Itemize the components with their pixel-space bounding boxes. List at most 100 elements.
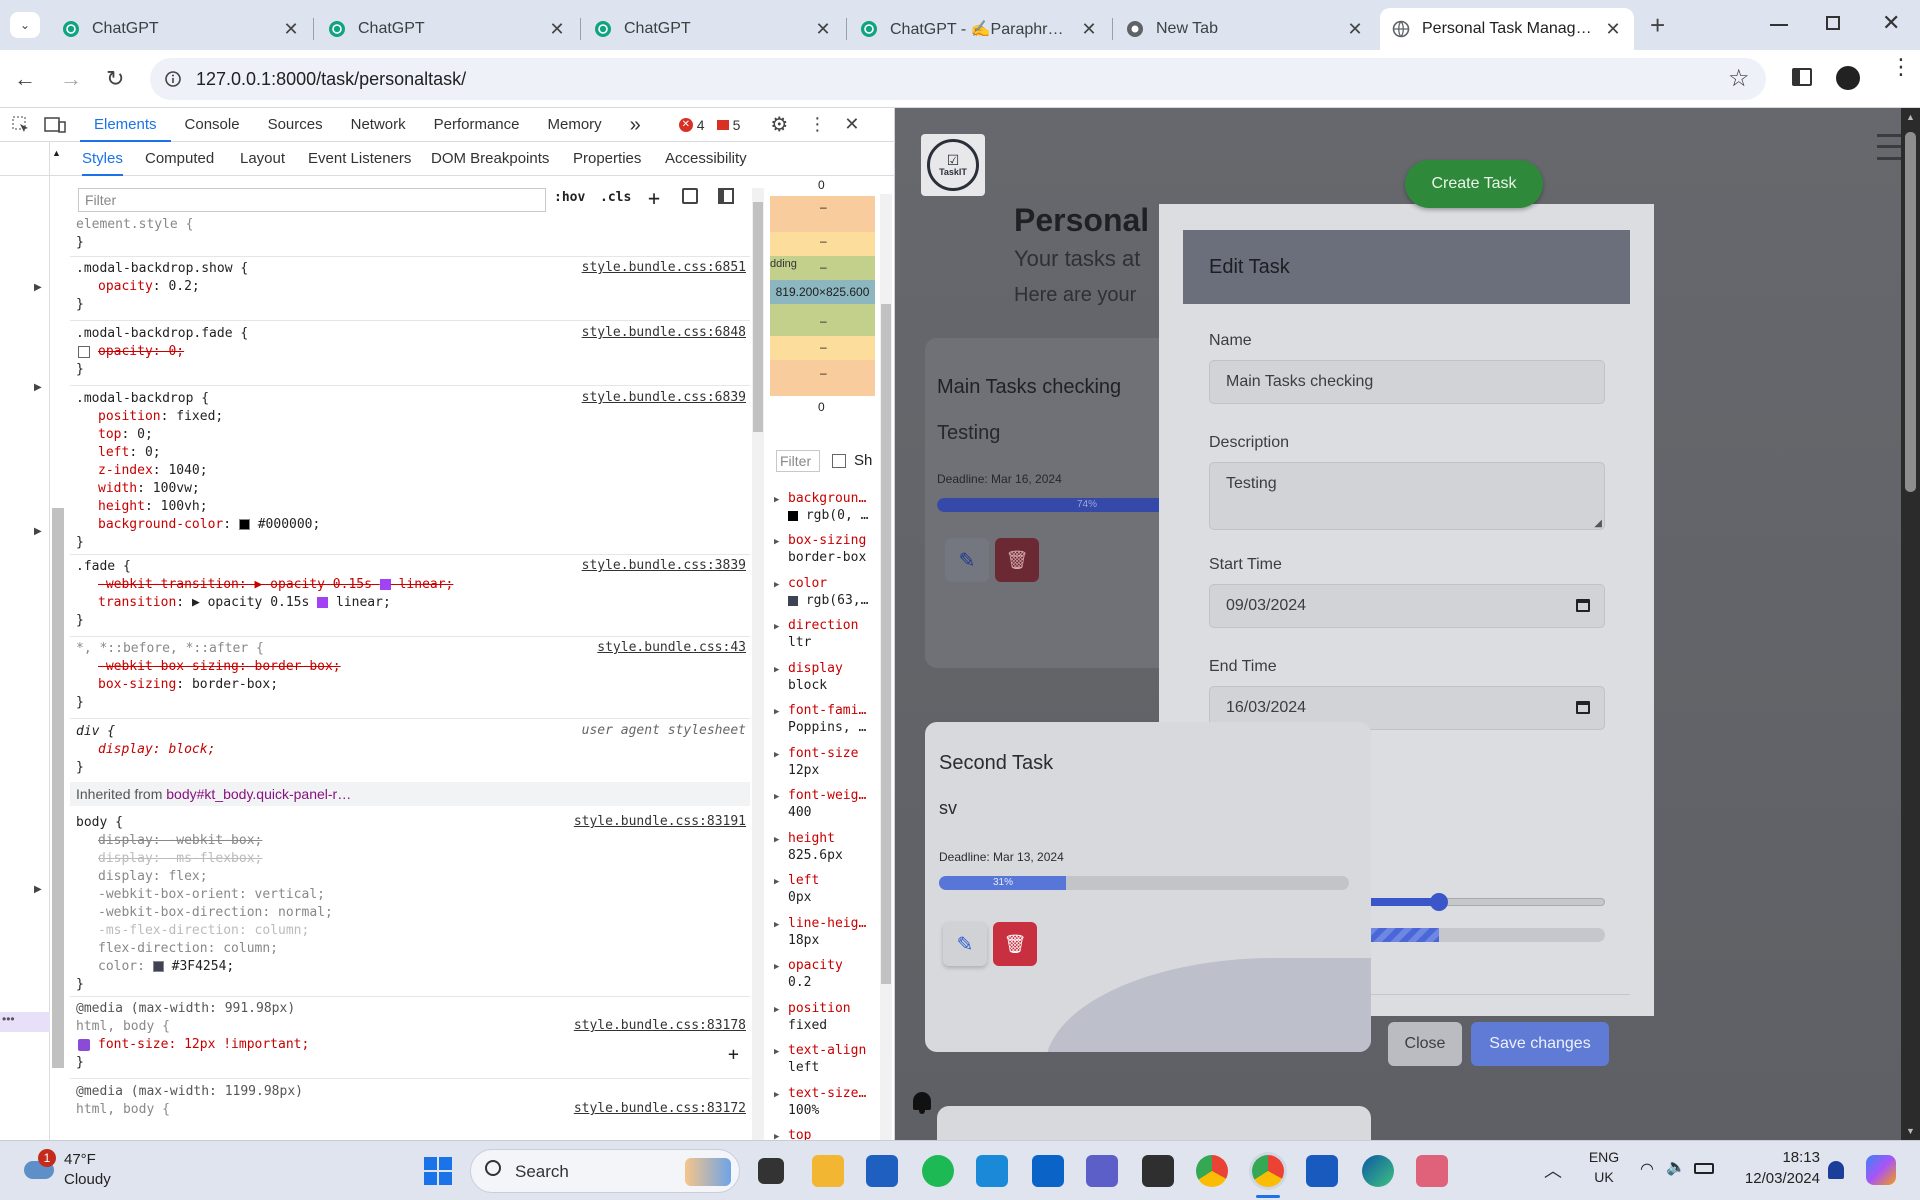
dom-scrollbar[interactable] <box>52 508 64 1068</box>
browser-tab-active[interactable]: Personal Task Managemen ✕ <box>1380 8 1634 50</box>
computed-row[interactable]: ▶ color rgb(63,… <box>774 575 868 609</box>
battery-icon[interactable] <box>1694 1163 1714 1174</box>
expand-arrow-icon[interactable]: ▶ <box>34 282 42 293</box>
computed-row[interactable]: ▶ line-heig… 18px <box>774 915 866 949</box>
styles-filter-input[interactable]: Filter <box>78 188 546 212</box>
error-count[interactable]: ✕ 4 <box>678 117 705 133</box>
easing-swatch[interactable] <box>317 597 329 608</box>
property-checkbox[interactable] <box>78 346 90 358</box>
computed-row[interactable]: ▶ direction ltr <box>774 617 858 651</box>
subtab-accessibility[interactable]: Accessibility <box>665 142 747 176</box>
color-swatch[interactable] <box>238 519 250 530</box>
computed-row[interactable]: ▶ display block <box>774 660 843 694</box>
subtab-dom-breakpoints[interactable]: DOM Breakpoints <box>431 142 549 176</box>
close-devtools-icon[interactable]: ✕ <box>844 114 859 135</box>
source-link[interactable]: style.bundle.css:43 <box>597 640 746 655</box>
close-tab-icon[interactable]: ✕ <box>1080 19 1098 40</box>
computed-row[interactable]: ▶ top <box>774 1127 811 1140</box>
create-task-button[interactable]: Create Task <box>1405 160 1543 208</box>
new-tab-icon[interactable]: + <box>1650 10 1665 41</box>
back-icon[interactable]: ← <box>14 66 40 92</box>
easing-swatch[interactable] <box>379 579 391 590</box>
computed-row[interactable]: ▶ position fixed <box>774 1000 851 1034</box>
close-tab-icon[interactable]: ✕ <box>1346 19 1364 40</box>
tab-network[interactable]: Network <box>337 108 420 142</box>
forward-icon[interactable]: → <box>60 66 86 92</box>
address-bar[interactable]: 127.0.0.1:8000/task/personaltask/ ☆ <box>150 58 1766 100</box>
more-tabs-button[interactable]: » <box>616 108 655 142</box>
edit-task-button[interactable]: ✎ <box>945 538 989 582</box>
bookmark-star-icon[interactable]: ☆ <box>1728 64 1750 93</box>
computed-row[interactable]: ▶ font-weig… 400 <box>774 787 866 821</box>
minimize-icon[interactable] <box>1770 24 1788 26</box>
source-link[interactable]: style.bundle.css:83172 <box>574 1101 746 1116</box>
more-options-icon[interactable]: ⋮ <box>808 114 826 135</box>
edge-icon[interactable] <box>1362 1155 1394 1187</box>
clock[interactable]: 18:13 12/03/2024 <box>1730 1149 1820 1187</box>
page-scrollbar[interactable]: ▲ ▼ <box>1901 108 1920 1140</box>
cls-toggle[interactable]: .cls <box>600 190 631 205</box>
chrome-icon[interactable] <box>1196 1155 1228 1187</box>
tab-memory[interactable]: Memory <box>534 108 616 142</box>
computed-filter[interactable]: Filter <box>776 450 820 472</box>
resize-handle-icon[interactable]: ◢ <box>1594 518 1602 529</box>
computed-row[interactable]: ▶ text-size… 100% <box>774 1085 866 1119</box>
expand-arrow-icon[interactable]: ▶ <box>34 526 42 537</box>
app-logo[interactable]: ☑ TaskIT <box>921 134 985 196</box>
warning-count[interactable]: 5 <box>716 117 740 133</box>
add-property-icon[interactable]: + <box>728 1044 739 1065</box>
delete-task-button[interactable]: 🗑 <box>993 922 1037 966</box>
notification-bell-icon[interactable] <box>1828 1161 1844 1179</box>
inspect-icon[interactable] <box>12 116 30 134</box>
computed-row[interactable]: ▶ height 825.6px <box>774 830 843 864</box>
restore-icon[interactable] <box>1826 16 1840 30</box>
browser-tab[interactable]: New Tab ✕ <box>1114 8 1376 50</box>
browser-tab[interactable]: ChatGPT ✕ <box>50 8 312 50</box>
computed-row[interactable]: ▶ font-fami… Poppins, … <box>774 702 866 736</box>
save-changes-button[interactable]: Save changes <box>1471 1022 1609 1066</box>
new-rule-icon[interactable]: + <box>648 186 660 210</box>
subtab-layout[interactable]: Layout <box>240 142 285 176</box>
computed-row[interactable]: ▶ box-sizing border-box <box>774 532 866 566</box>
settings-gear-icon[interactable]: ⚙ <box>770 112 788 137</box>
vscode-icon[interactable] <box>976 1155 1008 1187</box>
taskbar-search-box[interactable]: Search <box>470 1149 740 1193</box>
device-toggle-icon[interactable] <box>44 116 66 134</box>
subtab-computed[interactable]: Computed <box>145 142 214 176</box>
show-hidden-icons[interactable]: ︿ <box>1544 1157 1562 1183</box>
sticky-notes-icon[interactable] <box>1142 1155 1174 1187</box>
close-tab-icon[interactable]: ✕ <box>282 19 300 40</box>
word-icon[interactable] <box>1306 1155 1338 1187</box>
weather-widget[interactable]: 1 47°F Cloudy <box>20 1149 130 1193</box>
calendar-icon[interactable] <box>1576 599 1590 612</box>
notification-bell-icon[interactable] <box>913 1092 933 1114</box>
browser-tab[interactable]: ChatGPT ✕ <box>582 8 844 50</box>
source-link[interactable]: style.bundle.css:83178 <box>574 1018 746 1033</box>
computed-row[interactable]: ▶ backgroun… rgb(0, … <box>774 490 868 524</box>
copilot-icon[interactable] <box>1866 1155 1896 1185</box>
site-info-icon[interactable] <box>164 70 182 88</box>
outlook-icon[interactable] <box>1032 1155 1064 1187</box>
property-checkbox-checked[interactable] <box>78 1039 90 1051</box>
computed-row[interactable]: ▶ opacity 0.2 <box>774 957 843 991</box>
file-explorer-icon[interactable] <box>812 1155 844 1187</box>
expand-arrow-icon[interactable]: ▶ <box>34 884 42 895</box>
name-input[interactable]: Main Tasks checking <box>1209 360 1605 404</box>
spotify-icon[interactable] <box>922 1155 954 1187</box>
browser-tab[interactable]: ChatGPT - ✍️Paraphrase & ✕ <box>848 8 1110 50</box>
delete-task-button[interactable]: 🗑 <box>995 538 1039 582</box>
close-button[interactable]: Close <box>1388 1022 1462 1066</box>
edit-task-button[interactable]: ✎ <box>943 922 987 966</box>
styles-scrollbar[interactable] <box>752 188 764 1140</box>
sidebar-toggle-icon[interactable] <box>718 188 734 204</box>
snipping-tool-icon[interactable] <box>1416 1155 1448 1187</box>
subtab-event-listeners[interactable]: Event Listeners <box>308 142 411 176</box>
reload-icon[interactable]: ↻ <box>106 66 132 92</box>
computed-scrollbar[interactable] <box>880 194 892 1140</box>
volume-muted-icon[interactable]: 🔈 <box>1666 1157 1686 1177</box>
expand-arrow-icon[interactable]: ▶ <box>34 382 42 393</box>
tab-console[interactable]: Console <box>171 108 254 142</box>
task-view-icon[interactable] <box>758 1158 784 1184</box>
profile-avatar[interactable] <box>1836 66 1860 90</box>
slider-thumb[interactable] <box>1429 893 1448 911</box>
